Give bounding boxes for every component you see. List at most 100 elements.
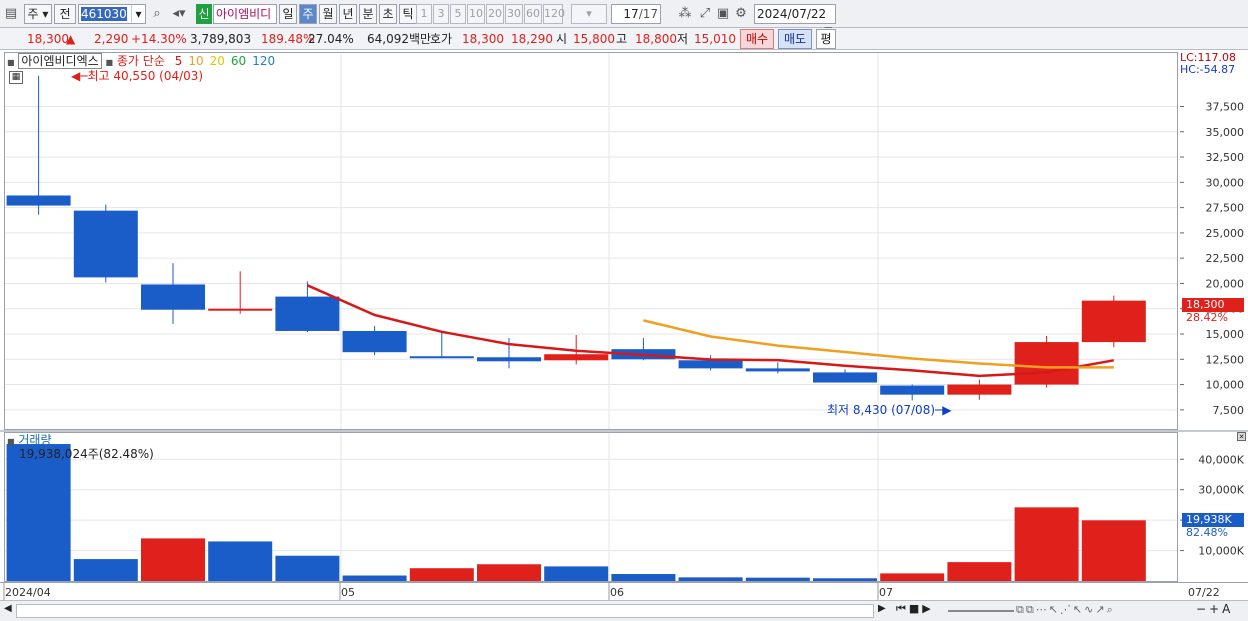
date-value: 2024/07/22 — [757, 7, 827, 21]
period-button-0[interactable]: 일 — [279, 4, 297, 24]
volume-bar[interactable] — [409, 568, 474, 581]
chevron-down-icon[interactable]: ▾ — [131, 5, 145, 23]
candle[interactable] — [275, 281, 340, 332]
candle[interactable] — [73, 204, 138, 283]
legend-square-icon: ■ — [7, 437, 15, 446]
volume-bar[interactable] — [275, 555, 340, 581]
interval-button-4[interactable]: 20 — [486, 4, 504, 24]
period-button-6[interactable]: 틱 — [399, 4, 417, 24]
gear-icon[interactable]: ⚙ — [732, 4, 750, 24]
legend-ma-label[interactable]: 종가 단순 — [117, 54, 165, 68]
buy-button[interactable]: 매수 — [740, 29, 774, 49]
high-label: 고 — [616, 32, 628, 46]
candle[interactable] — [141, 263, 205, 324]
legend-ma-60[interactable]: 60 — [231, 54, 246, 68]
interval-button-7[interactable]: 120 — [543, 4, 565, 24]
sell-button[interactable]: 매도 — [778, 29, 812, 49]
period-button-4[interactable]: 분 — [359, 4, 377, 24]
prefix-button[interactable]: 전 — [54, 4, 76, 24]
candle[interactable] — [745, 362, 810, 374]
playback-icons[interactable]: ⏮■▶ — [896, 602, 934, 616]
candle[interactable] — [477, 338, 541, 369]
volume-bar[interactable] — [678, 577, 743, 581]
volume-bar[interactable] — [544, 566, 609, 581]
candle[interactable] — [880, 384, 945, 401]
period-button-5[interactable]: 초 — [379, 4, 397, 24]
close-icon[interactable]: ✕ — [1237, 432, 1246, 441]
volume-chart-panel[interactable]: ■ 거래량 19,938,024주(82.48%) — [4, 432, 1178, 582]
volume-bar[interactable] — [745, 577, 810, 581]
speaker-icon[interactable]: ◂▾ — [166, 4, 192, 24]
volume-axis-svg: 10,000K20,000K30,000K40,000K — [1180, 453, 1245, 558]
code-input[interactable]: 461030 ▾ — [78, 4, 146, 24]
volume-bar[interactable] — [1081, 520, 1146, 581]
legend-ma-5[interactable]: 5 — [175, 54, 183, 68]
volume-legend-value: 19,938,024주(82.48%) — [19, 447, 154, 461]
candle-body — [947, 384, 1012, 395]
candle[interactable] — [342, 325, 407, 356]
search-icon[interactable]: ⌕ — [148, 4, 166, 24]
volume-bar[interactable] — [947, 562, 1012, 581]
date-input[interactable]: 2024/07/22▦ — [754, 4, 836, 37]
interval-button-5[interactable]: 30 — [505, 4, 523, 24]
volume-bar[interactable] — [880, 573, 945, 581]
candle[interactable] — [947, 379, 1012, 400]
drawing-tools-icons[interactable]: ⧉⧉⋯↖⋰↖∿↗⌕ — [1016, 603, 1115, 617]
candle-body — [275, 296, 340, 331]
candle[interactable] — [1081, 295, 1146, 348]
link-icon[interactable]: ⁂ — [676, 4, 694, 24]
window-menu-icon[interactable]: ▤ — [2, 4, 20, 24]
volume-bar[interactable] — [342, 575, 407, 581]
volume-bar[interactable] — [813, 578, 877, 581]
volume-bar[interactable] — [73, 559, 138, 581]
interval-button-2[interactable]: 5 — [450, 4, 466, 24]
count-input[interactable]: 17/17 — [611, 4, 661, 24]
zoom-slider[interactable] — [948, 610, 1014, 612]
interval-button-1[interactable]: 3 — [433, 4, 449, 24]
scroll-track[interactable] — [16, 604, 874, 618]
price-tick-label: 32,500 — [1206, 151, 1245, 164]
x-tick-label: 05 — [341, 586, 355, 599]
volume-bar[interactable] — [208, 541, 273, 581]
interval-input[interactable]: ▾ — [571, 4, 607, 24]
legend-ma-10[interactable]: 10 — [188, 54, 203, 68]
volume-tick-label: 30,000K — [1198, 484, 1244, 497]
price-chart-panel[interactable]: ■ 아이엠비디엑스 ■ 종가 단순 5 10 20 60 120 ▦ ◀─최고 40,5… — [4, 52, 1178, 430]
low-label: 저 — [677, 32, 689, 46]
scroll-left-icon[interactable]: ◀ — [4, 603, 12, 614]
stock-name[interactable]: 아이엠비디 — [213, 4, 277, 24]
legend-ma-20[interactable]: 20 — [210, 54, 225, 68]
scroll-right-icon[interactable]: ▶ — [878, 603, 886, 614]
save-icon[interactable]: ▣ — [714, 4, 732, 24]
volume-bar[interactable] — [477, 564, 541, 581]
candle-body — [678, 360, 743, 369]
interval-button-6[interactable]: 60 — [524, 4, 542, 24]
price-tick-label: 35,000 — [1206, 126, 1245, 139]
interval-button-3[interactable]: 10 — [467, 4, 485, 24]
candle[interactable] — [813, 369, 877, 383]
volume-bar[interactable] — [6, 444, 71, 581]
candle-body — [409, 356, 474, 359]
candle[interactable] — [1014, 336, 1079, 388]
volume-bar[interactable] — [1014, 507, 1079, 581]
period-button-1[interactable]: 주 — [299, 4, 317, 24]
candle-body — [141, 284, 205, 310]
interval-button-0[interactable]: 1 — [416, 4, 432, 24]
legend-ma-120[interactable]: 120 — [252, 54, 275, 68]
volume-legend-title[interactable]: 거래량 — [18, 433, 51, 447]
eval-button[interactable]: 평 — [816, 29, 836, 49]
high-annotation: ◀─최고 40,550 (04/03) — [71, 67, 203, 84]
crosshair-icon[interactable]: ⤢ — [696, 4, 714, 24]
candle-body — [745, 368, 810, 372]
volume-bar[interactable] — [611, 574, 676, 581]
candle[interactable] — [208, 271, 273, 314]
period-button-3[interactable]: 년 — [339, 4, 357, 24]
period-type-select[interactable]: 주 ▾ — [24, 4, 52, 24]
period-button-2[interactable]: 월 — [319, 4, 337, 24]
zoom-controls-icons[interactable]: −+A — [1196, 602, 1233, 616]
volume-bar[interactable] — [141, 538, 205, 581]
scroll-bar[interactable]: ◀ ▶ ⏮■▶ ⧉⧉⋯↖⋰↖∿↗⌕ −+A — [0, 600, 1248, 621]
table-icon[interactable]: ▦ — [9, 71, 23, 84]
candle-body — [813, 372, 877, 383]
candle[interactable] — [6, 75, 71, 215]
